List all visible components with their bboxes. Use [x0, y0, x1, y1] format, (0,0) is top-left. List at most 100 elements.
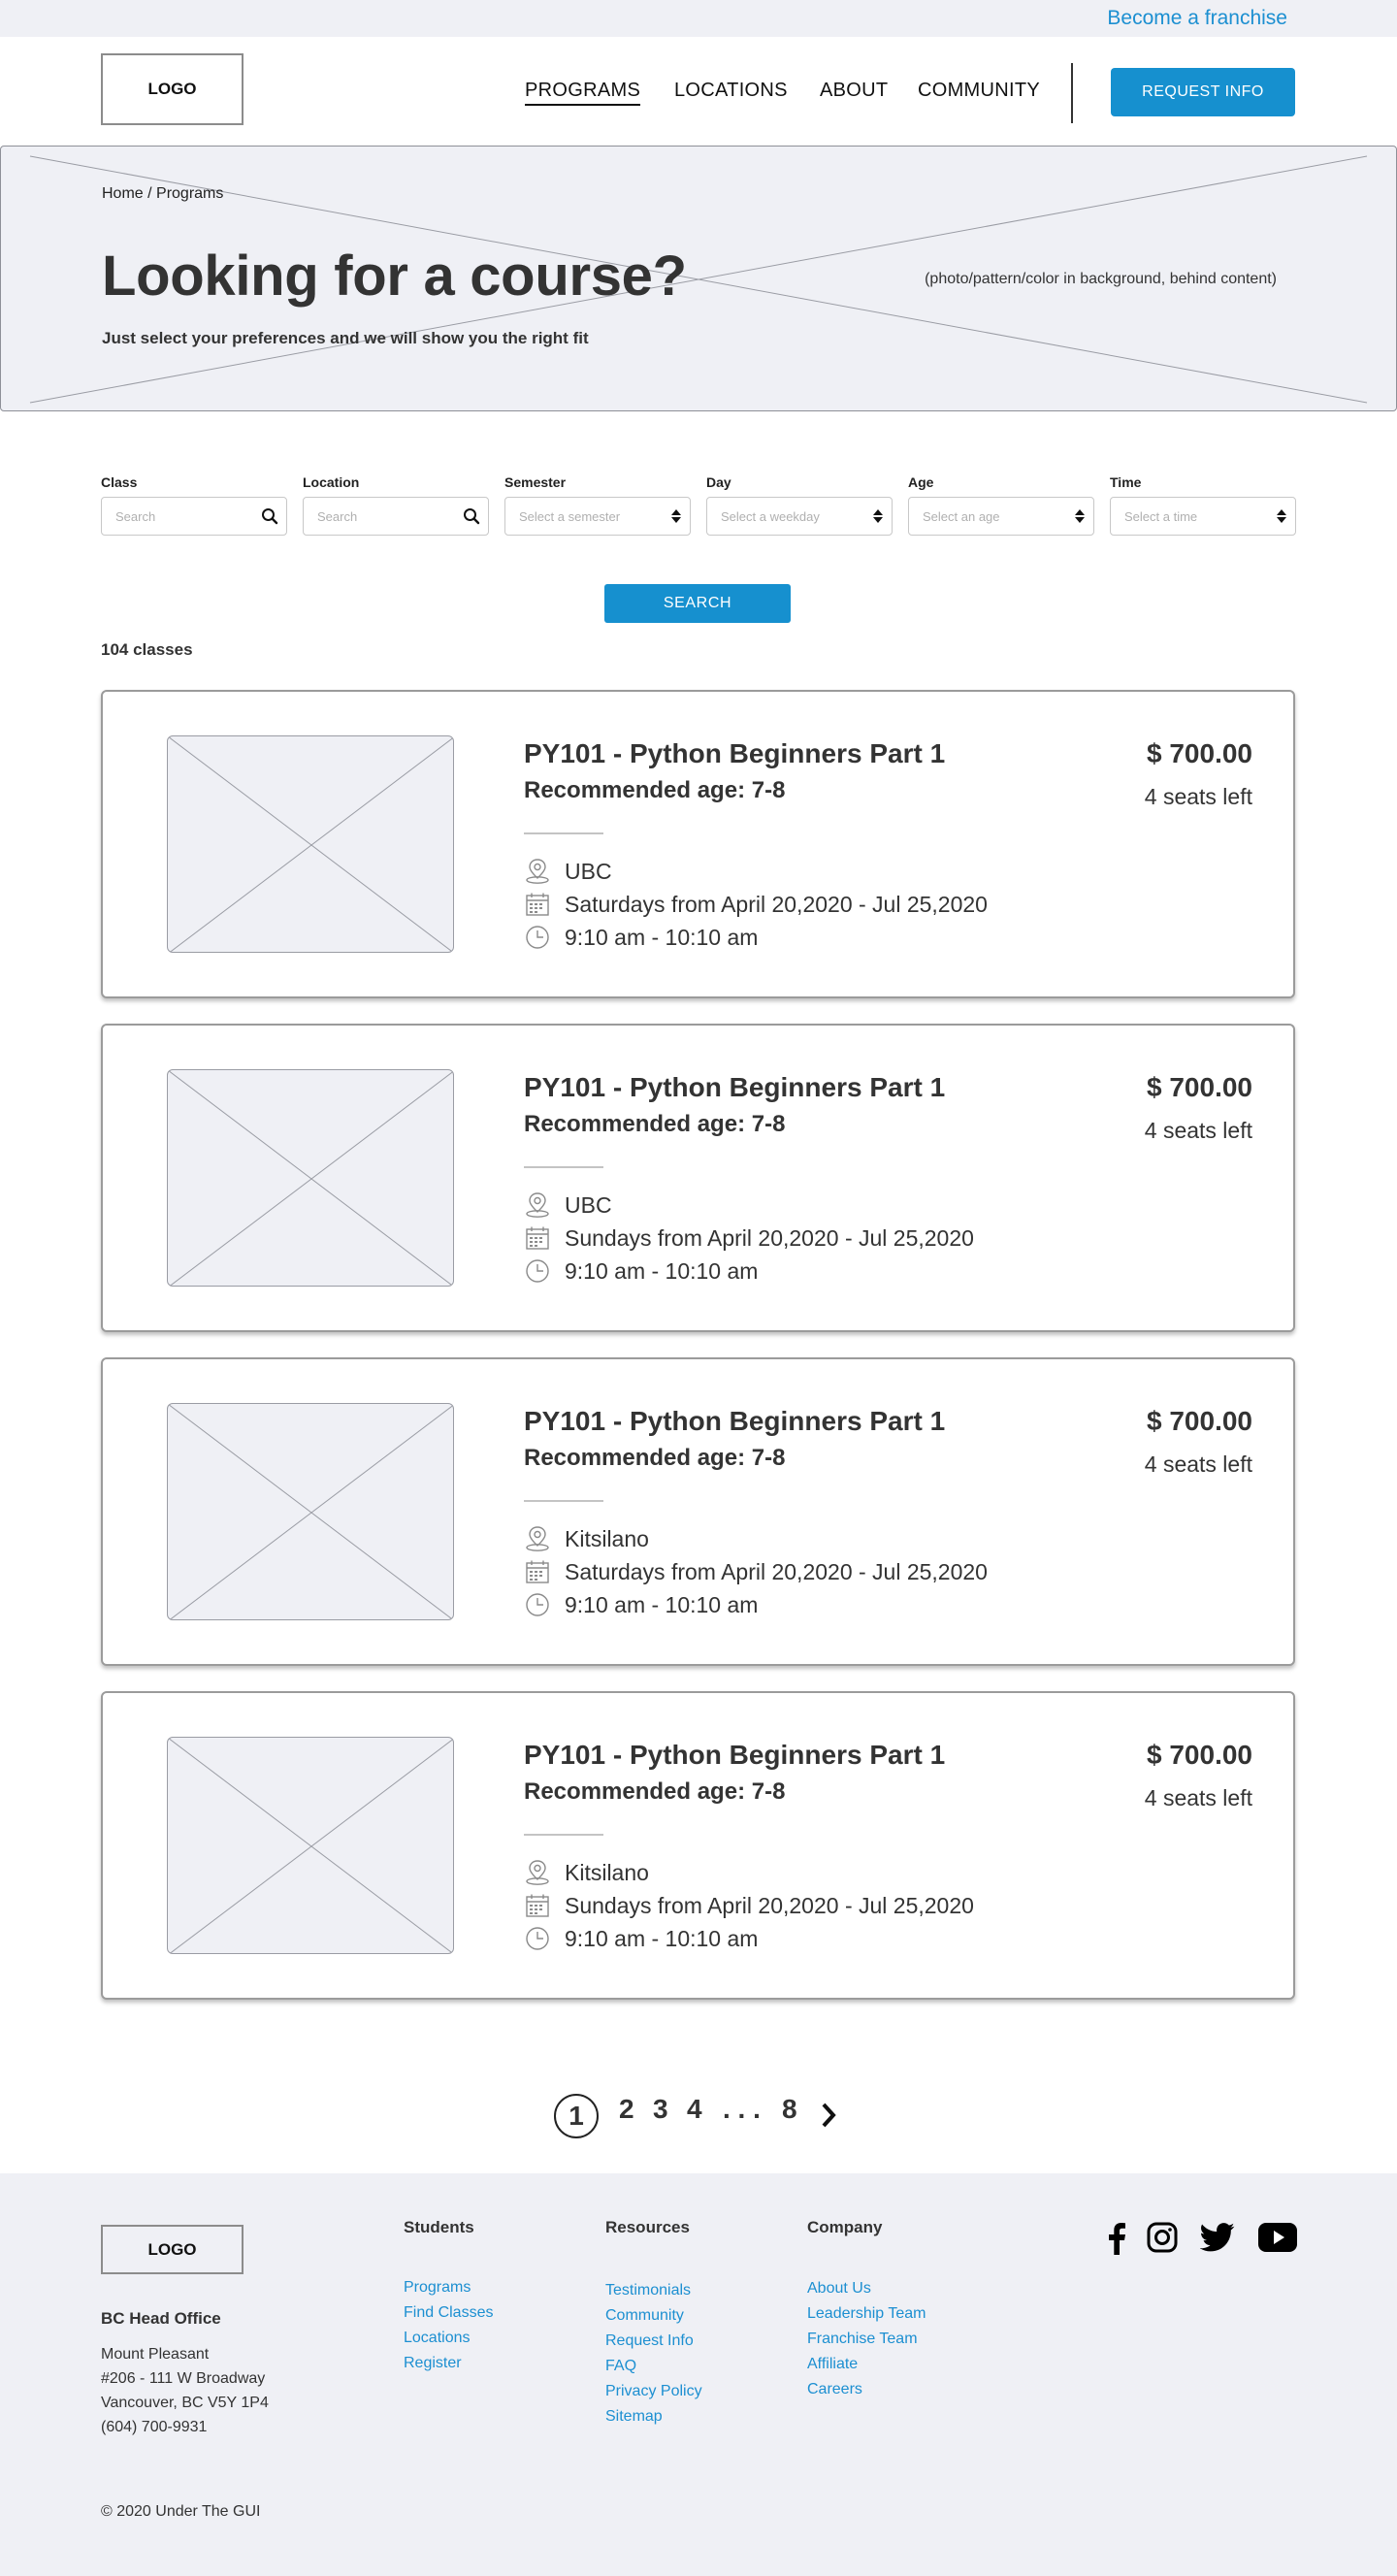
sort-arrows-icon [872, 507, 884, 530]
footer-link-sitemap[interactable]: Sitemap [605, 2408, 663, 2426]
youtube-icon[interactable] [1258, 2222, 1297, 2258]
class-search-placeholder: Search [115, 509, 156, 524]
class-schedule-row: Sundays from April 20,2020 - Jul 25,2020 [524, 1891, 974, 1920]
class-image-placeholder [167, 1737, 454, 1954]
class-location: Kitsilano [565, 1525, 649, 1551]
footer-link-privacy-policy[interactable]: Privacy Policy [605, 2383, 702, 2400]
class-price: $ 700.00 [1147, 1740, 1252, 1770]
footer-link-request-info[interactable]: Request Info [605, 2332, 694, 2350]
search-icon[interactable] [463, 507, 480, 530]
calendar-icon [524, 1558, 551, 1585]
page-8-link[interactable]: 8 [782, 2094, 797, 2125]
class-schedule-row: Saturdays from April 20,2020 - Jul 25,20… [524, 1557, 988, 1586]
filter-semester-label: Semester [504, 474, 567, 490]
filter-age: Age Select an age [908, 474, 1094, 536]
footer-heading-resources: Resources [605, 2218, 690, 2236]
chevron-right-icon[interactable] [819, 2102, 838, 2136]
class-title[interactable]: PY101 - Python Beginners Part 1 [524, 1406, 945, 1437]
nav-divider [1071, 63, 1073, 123]
nav-about[interactable]: ABOUT [820, 80, 888, 102]
breadcrumb: Home / Programs [102, 185, 224, 202]
hero-banner: Home / Programs Looking for a course? Ju… [0, 146, 1397, 411]
twitter-icon[interactable] [1199, 2222, 1235, 2258]
hero-background-note: (photo/pattern/color in background, behi… [925, 271, 1277, 287]
footer-link-find-classes[interactable]: Find Classes [404, 2304, 493, 2322]
class-seats: 4 seats left [1144, 1118, 1252, 1143]
sort-arrows-icon [670, 507, 682, 530]
class-card[interactable]: PY101 - Python Beginners Part 1 Recommen… [101, 1024, 1295, 1332]
age-select-placeholder: Select an age [923, 509, 1000, 524]
class-location-row: UBC [524, 1190, 612, 1220]
class-time-row: 9:10 am - 10:10 am [524, 1590, 758, 1619]
class-title[interactable]: PY101 - Python Beginners Part 1 [524, 738, 945, 769]
semester-select[interactable]: Select a semester [504, 497, 691, 536]
page-4-link[interactable]: 4 [687, 2094, 702, 2125]
filter-class-label: Class [101, 474, 138, 490]
clock-icon [524, 1591, 551, 1618]
class-seats: 4 seats left [1144, 784, 1252, 809]
class-time: 9:10 am - 10:10 am [565, 1257, 759, 1284]
page-3-link[interactable]: 3 [653, 2094, 668, 2125]
class-price: $ 700.00 [1147, 1406, 1252, 1436]
class-time-row: 9:10 am - 10:10 am [524, 1256, 758, 1286]
footer-link-affiliate[interactable]: Affiliate [807, 2356, 858, 2373]
calendar-icon [524, 1224, 551, 1252]
nav-programs[interactable]: PROGRAMS [525, 80, 641, 106]
nav-community[interactable]: COMMUNITY [918, 80, 1040, 102]
search-icon[interactable] [261, 507, 278, 530]
class-card[interactable]: PY101 - Python Beginners Part 1 Recommen… [101, 690, 1295, 998]
footer-link-faq[interactable]: FAQ [605, 2358, 636, 2375]
class-schedule: Saturdays from April 20,2020 - Jul 25,20… [565, 1558, 988, 1584]
become-franchise-link[interactable]: Become a franchise [1107, 7, 1287, 30]
page-1-current[interactable]: 1 [554, 2094, 599, 2138]
class-seats: 4 seats left [1144, 1785, 1252, 1810]
footer-link-programs[interactable]: Programs [404, 2279, 471, 2297]
map-pin-icon [524, 1191, 551, 1219]
class-seats: 4 seats left [1144, 1451, 1252, 1477]
clock-icon [524, 924, 551, 951]
class-card[interactable]: PY101 - Python Beginners Part 1 Recommen… [101, 1357, 1295, 1666]
search-button[interactable]: SEARCH [604, 584, 791, 623]
class-location: UBC [565, 858, 612, 884]
class-age: Recommended age: 7-8 [524, 1445, 786, 1471]
facebook-icon[interactable] [1107, 2222, 1126, 2260]
page-2-link[interactable]: 2 [619, 2094, 634, 2125]
footer-link-register[interactable]: Register [404, 2355, 462, 2372]
footer-link-community[interactable]: Community [605, 2307, 684, 2325]
map-pin-icon [524, 1525, 551, 1552]
class-schedule-row: Sundays from April 20,2020 - Jul 25,2020 [524, 1223, 974, 1253]
footer-link-leadership-team[interactable]: Leadership Team [807, 2305, 926, 2323]
instagram-icon[interactable] [1147, 2222, 1178, 2258]
footer-link-locations[interactable]: Locations [404, 2330, 471, 2347]
footer-link-testimonials[interactable]: Testimonials [605, 2282, 691, 2299]
class-location: UBC [565, 1191, 612, 1218]
class-time: 9:10 am - 10:10 am [565, 924, 759, 950]
age-select[interactable]: Select an age [908, 497, 1094, 536]
class-age: Recommended age: 7-8 [524, 1111, 786, 1137]
footer-link-franchise-team[interactable]: Franchise Team [807, 2331, 918, 2348]
class-price: $ 700.00 [1147, 1072, 1252, 1102]
class-search-input[interactable]: Search [101, 497, 287, 536]
weekday-select[interactable]: Select a weekday [706, 497, 893, 536]
class-image-placeholder [167, 735, 454, 953]
footer-logo[interactable]: LOGO [101, 2225, 244, 2274]
request-info-button[interactable]: REQUEST INFO [1111, 68, 1295, 116]
office-title: BC Head Office [101, 2309, 221, 2328]
class-card[interactable]: PY101 - Python Beginners Part 1 Recommen… [101, 1691, 1295, 2000]
location-search-input[interactable]: Search [303, 497, 489, 536]
card-divider [524, 1166, 603, 1168]
time-select-placeholder: Select a time [1124, 509, 1198, 524]
image-placeholder-cross [168, 1404, 453, 1619]
nav-locations[interactable]: LOCATIONS [674, 80, 788, 102]
footer-link-careers[interactable]: Careers [807, 2381, 862, 2398]
pagination-ellipsis: . . . [723, 2094, 761, 2124]
class-age: Recommended age: 7-8 [524, 1778, 786, 1805]
class-title[interactable]: PY101 - Python Beginners Part 1 [524, 1740, 945, 1771]
footer-link-about-us[interactable]: About Us [807, 2280, 871, 2298]
class-title[interactable]: PY101 - Python Beginners Part 1 [524, 1072, 945, 1103]
header-logo[interactable]: LOGO [101, 53, 244, 125]
time-select[interactable]: Select a time [1110, 497, 1296, 536]
location-search-placeholder: Search [317, 509, 358, 524]
class-image-placeholder [167, 1069, 454, 1287]
semester-select-placeholder: Select a semester [519, 509, 621, 524]
